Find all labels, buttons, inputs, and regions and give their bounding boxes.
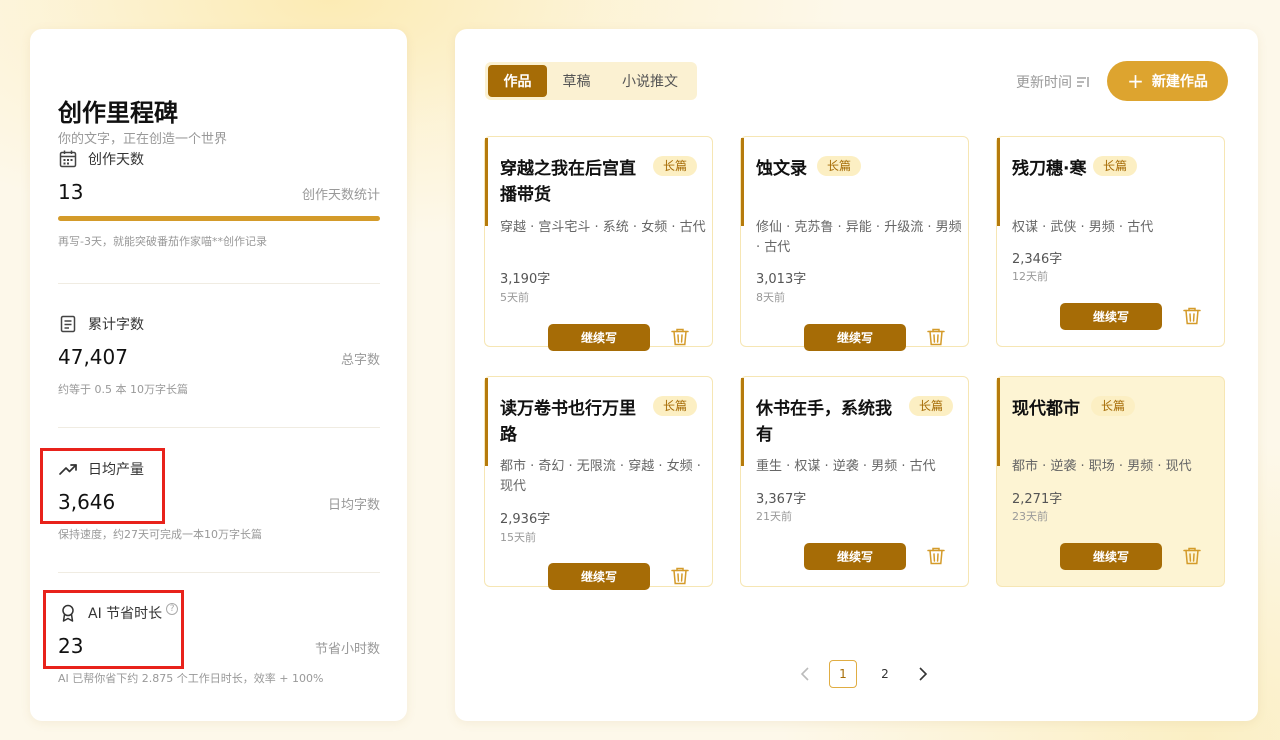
card-accent-bar [741, 378, 744, 466]
stat-unit: 总字数 [340, 353, 380, 368]
work-words: 2,936字 [500, 512, 551, 527]
work-time: 5天前 [500, 291, 529, 304]
work-badge: 长篇 [653, 156, 698, 176]
work-badge: 长篇 [653, 396, 698, 416]
sort-label: 更新时间 [1016, 75, 1072, 91]
work-badge: 长篇 [817, 156, 862, 176]
work-tags: 权谋 · 武侠 · 男频 · 古代 [1012, 220, 1154, 235]
work-time: 12天前 [1012, 270, 1048, 283]
work-words: 3,367字 [756, 492, 807, 507]
work-card[interactable]: 蚀文录 长篇 修仙 · 克苏鲁 · 异能 · 升级流 · 男频 · 古代 3,0… [740, 136, 969, 351]
stats-subtitle: 你的文字，正在创造一个世界 [58, 132, 228, 147]
work-words: 2,271字 [1012, 492, 1063, 507]
stat-note: AI 已帮你省下约 2.875 个工作日时长，效率 + 100% [58, 672, 324, 685]
stats-title: 创作里程碑 [58, 99, 178, 127]
stat-note: 再写-3天，就能突破番茄作家喵**创作记录 [58, 235, 267, 248]
highlight-box-daily [40, 448, 165, 524]
stat-unit: 节省小时数 [314, 642, 380, 657]
work-tags: 修仙 · 克苏鲁 · 异能 · 升级流 · 男频 · 古代 [756, 220, 962, 255]
card-accent-bar [741, 138, 744, 226]
plus-icon: + [1127, 69, 1144, 93]
work-tags: 重生 · 权谋 · 逆袭 · 男频 · 古代 [756, 459, 936, 474]
trash-icon[interactable] [926, 546, 946, 566]
work-tags: 穿越 · 宫斗宅斗 · 系统 · 女频 · 古代 [500, 220, 706, 235]
card-accent-bar [485, 378, 488, 466]
continue-writing-button[interactable]: 继续写 [804, 543, 906, 570]
work-badge: 长篇 [1093, 156, 1138, 176]
divider [58, 572, 380, 573]
continue-writing-button[interactable]: 继续写 [548, 324, 650, 351]
chevron-right-icon [919, 667, 928, 681]
page-number-1[interactable]: 1 [829, 660, 857, 688]
divider [58, 427, 380, 428]
chevron-left-icon [800, 667, 809, 681]
work-time: 23天前 [1012, 510, 1048, 523]
next-page-button[interactable] [913, 664, 933, 684]
trash-icon[interactable] [1182, 546, 1202, 566]
prev-page-button[interactable] [795, 664, 815, 684]
days-progress-bar [58, 216, 380, 221]
work-words: 3,013字 [756, 272, 807, 287]
trash-icon[interactable] [670, 566, 690, 586]
pagination: 1 2 [795, 660, 933, 688]
continue-writing-button[interactable]: 继续写 [1060, 303, 1162, 330]
work-words: 3,190字 [500, 272, 551, 287]
work-title: 残刀穗·寒 [1012, 159, 1087, 179]
tab-bar: 作品 草稿 小说推文 [485, 62, 697, 100]
work-title: 读万卷书也行万里路 [500, 399, 636, 445]
work-card[interactable]: 穿越之我在后宫直播带货 长篇 穿越 · 宫斗宅斗 · 系统 · 女频 · 古代 … [484, 136, 713, 351]
work-card[interactable]: 读万卷书也行万里路 长篇 都市 · 奇幻 · 无限流 · 穿越 · 女频 · 现… [484, 376, 713, 590]
calendar-icon [59, 150, 77, 168]
work-title: 现代都市 [1012, 399, 1080, 419]
work-card[interactable]: 休书在手，系统我有 长篇 重生 · 权谋 · 逆袭 · 男频 · 古代 3,36… [740, 376, 969, 587]
stat-unit: 日均字数 [327, 498, 380, 513]
work-badge: 长篇 [1091, 396, 1136, 416]
trash-icon[interactable] [670, 327, 690, 347]
page-number-2[interactable]: 2 [871, 660, 899, 688]
new-work-label: 新建作品 [1151, 74, 1208, 90]
continue-writing-button[interactable]: 继续写 [548, 563, 650, 590]
tab-drafts[interactable]: 草稿 [547, 65, 606, 97]
card-accent-bar [997, 378, 1000, 466]
trash-icon[interactable] [1182, 306, 1202, 326]
tab-works[interactable]: 作品 [488, 65, 547, 97]
work-title: 穿越之我在后宫直播带货 [500, 159, 636, 205]
stat-note: 约等于 0.5 本 10万字长篇 [58, 383, 188, 396]
sort-control[interactable]: 更新时间 [1016, 72, 1090, 92]
work-card[interactable]: 残刀穗·寒 长篇 权谋 · 武侠 · 男频 · 古代 2,346字 12天前 继… [996, 136, 1225, 347]
stat-label: 累计字数 [88, 317, 144, 333]
work-time: 8天前 [756, 291, 785, 304]
stat-words: 累计字数 47,407 总字数 约等于 0.5 本 10万字长篇 [58, 312, 380, 397]
stat-unit: 创作天数统计 [301, 188, 380, 203]
work-tags: 都市 · 奇幻 · 无限流 · 穿越 · 女频 · 现代 [500, 459, 701, 494]
work-card[interactable]: 现代都市 长篇 都市 · 逆袭 · 职场 · 男频 · 现代 2,271字 23… [996, 376, 1225, 587]
work-time: 15天前 [500, 531, 536, 544]
document-icon [60, 315, 76, 333]
trash-icon[interactable] [926, 327, 946, 347]
stat-note: 保持速度，约27天可完成一本10万字长篇 [58, 528, 262, 541]
stat-label: 创作天数 [88, 152, 144, 168]
works-panel: 作品 草稿 小说推文 更新时间 + 新建作品 穿越之我在后宫直播带货 长篇 穿越… [455, 29, 1258, 721]
work-badge: 长篇 [909, 396, 954, 416]
stat-days: 创作天数 13 创作天数统计 再写-3天，就能突破番茄作家喵**创作记录 [58, 147, 380, 249]
continue-writing-button[interactable]: 继续写 [804, 324, 906, 351]
new-work-button[interactable]: + 新建作品 [1107, 61, 1228, 101]
continue-writing-button[interactable]: 继续写 [1060, 543, 1162, 570]
stat-value: 47,407 [58, 345, 128, 369]
divider [58, 283, 380, 284]
work-tags: 都市 · 逆袭 · 职场 · 男频 · 现代 [1012, 459, 1192, 474]
stat-value: 13 [58, 180, 84, 204]
work-title: 休书在手，系统我有 [756, 399, 892, 445]
work-title: 蚀文录 [756, 159, 807, 179]
work-words: 2,346字 [1012, 252, 1063, 267]
sort-icon [1077, 77, 1089, 87]
card-accent-bar [997, 138, 1000, 226]
highlight-box-ai [43, 590, 184, 669]
card-accent-bar [485, 138, 488, 226]
tab-novel-promo[interactable]: 小说推文 [606, 65, 694, 97]
work-time: 21天前 [756, 510, 792, 523]
